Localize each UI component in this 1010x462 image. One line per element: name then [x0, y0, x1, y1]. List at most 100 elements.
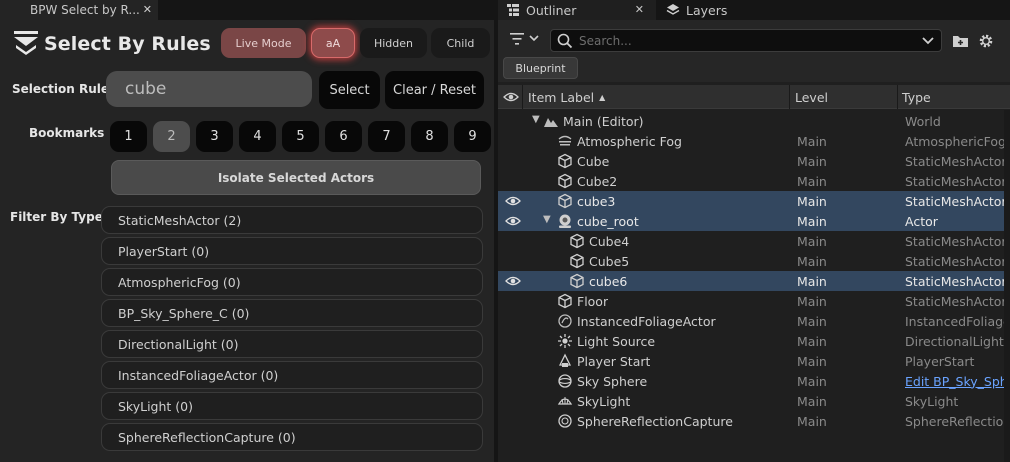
type-filter-staticmeshactor[interactable]: StaticMeshActor (2) [101, 206, 483, 234]
search-icon [557, 33, 573, 49]
bookmark-5-button[interactable]: 5 [282, 121, 319, 152]
rule-input[interactable]: cube [106, 71, 312, 107]
row-type: StaticMeshActor [905, 273, 1005, 289]
row-level: Main [797, 373, 827, 389]
column-level[interactable]: Level [795, 85, 828, 109]
row-level: Main [797, 173, 827, 189]
match-case-button[interactable]: aA [311, 28, 355, 58]
isolate-selected-actors-button[interactable]: Isolate Selected Actors [111, 160, 481, 195]
blueprint-filter-button[interactable]: Blueprint [503, 57, 578, 79]
row-level: Main [797, 353, 827, 369]
column-item-label-text: Item Label [528, 89, 595, 105]
row-type: InstancedFoliage [905, 313, 1005, 329]
table-row[interactable]: SphereReflectionCapture Main SphereReflect… [498, 411, 1010, 431]
row-type: DirectionalLight [905, 333, 1004, 349]
type-filter-directionallight[interactable]: DirectionalLight (0) [101, 330, 483, 358]
bookmark-1-button[interactable]: 1 [110, 121, 147, 152]
filter-by-types-label: Filter By Types [10, 210, 110, 224]
row-type: World [905, 113, 941, 129]
visibility-eye-icon[interactable] [505, 195, 521, 207]
visibility-eye-icon[interactable] [505, 275, 521, 287]
row-type: SkyLight [905, 393, 959, 409]
child-button[interactable]: Child [431, 28, 490, 58]
select-button[interactable]: Select [319, 71, 380, 109]
stack-logo-icon [14, 31, 38, 55]
table-row[interactable]: Player Start Main PlayerStart [498, 351, 1010, 371]
table-row[interactable]: Atmospheric Fog Main AtmosphericFog [498, 131, 1010, 151]
add-folder-icon[interactable] [952, 33, 970, 49]
row-type: StaticMeshActor [905, 293, 1005, 309]
type-filter-atmosphericfog[interactable]: AtmosphericFog (0) [101, 268, 483, 296]
row-label: SphereReflectionCapture [577, 413, 733, 429]
tab-layers[interactable]: Layers [666, 0, 766, 20]
page-title: Select By Rules [44, 33, 211, 55]
close-icon[interactable]: ✕ [635, 3, 644, 16]
tab-title: BPW Select by R... [30, 3, 140, 17]
expand-arrow-icon[interactable]: ▼ [543, 214, 551, 225]
chevron-down-icon[interactable] [922, 36, 934, 46]
outliner-icon [507, 4, 519, 16]
visibility-eye-icon[interactable] [505, 215, 521, 227]
expand-arrow-icon[interactable]: ▼ [532, 114, 540, 125]
hidden-button[interactable]: Hidden [360, 28, 427, 58]
column-item-label[interactable]: Item Label ▲ [528, 85, 605, 109]
filter-dropdown[interactable] [510, 32, 540, 49]
row-label: Cube2 [577, 173, 618, 189]
row-level: Main [797, 273, 827, 289]
type-filter-spherereflectioncapture[interactable]: SphereReflectionCapture (0) [101, 423, 483, 451]
table-row[interactable]: ▼ cube_root Main Actor [498, 211, 1010, 231]
type-filter-bp-sky-sphere[interactable]: BP_Sky_Sphere_C (0) [101, 299, 483, 327]
row-level: Main [797, 313, 827, 329]
column-separator[interactable] [789, 85, 790, 109]
visibility-eye-icon[interactable] [503, 91, 519, 103]
table-row[interactable]: ▼ Main (Editor) World [498, 111, 1010, 131]
type-filter-skylight[interactable]: SkyLight (0) [101, 392, 483, 420]
bookmark-4-button[interactable]: 4 [239, 121, 276, 152]
world-icon [544, 118, 558, 127]
clear-reset-button[interactable]: Clear / Reset [385, 71, 484, 109]
row-level: Main [797, 133, 827, 149]
table-row[interactable]: Cube4 Main StaticMeshActor [498, 231, 1010, 251]
tab-select-by-rules[interactable]: BPW Select by R... ✕ [0, 0, 158, 20]
mesh-icon [558, 293, 572, 309]
foliage-icon [558, 314, 572, 328]
column-separator[interactable] [897, 85, 898, 109]
type-filter-instancedfoliageactor[interactable]: InstancedFoliageActor (0) [101, 361, 483, 389]
bookmark-9-button[interactable]: 9 [454, 121, 491, 152]
gear-icon[interactable] [978, 33, 994, 49]
scrollbar-track[interactable] [1004, 110, 1010, 462]
close-icon[interactable]: ✕ [143, 3, 152, 16]
row-label: cube3 [577, 193, 616, 209]
row-label: SkyLight [577, 393, 631, 409]
table-row[interactable]: InstancedFoliageActor Main InstancedFoliag… [498, 311, 1010, 331]
table-row[interactable]: cube6 Main StaticMeshActor [498, 271, 1010, 291]
bookmark-8-button[interactable]: 8 [411, 121, 448, 152]
table-row[interactable]: Cube Main StaticMeshActor [498, 151, 1010, 171]
table-row[interactable]: Light Source Main DirectionalLight [498, 331, 1010, 351]
search-input[interactable]: Search... [550, 29, 942, 52]
row-level: Main [797, 233, 827, 249]
row-level: Main [797, 213, 827, 229]
table-row[interactable]: Floor Main StaticMeshActor [498, 291, 1010, 311]
table-row[interactable]: Cube5 Main StaticMeshActor [498, 251, 1010, 271]
live-mode-button[interactable]: Live Mode [221, 28, 306, 58]
row-type: StaticMeshActor [905, 173, 1005, 189]
column-type[interactable]: Type [902, 85, 931, 109]
bookmarks-label: Bookmarks [29, 126, 105, 140]
bookmark-2-button[interactable]: 2 [153, 121, 190, 152]
row-label: cube6 [589, 273, 628, 289]
type-filter-playerstart[interactable]: PlayerStart (0) [101, 237, 483, 265]
row-type[interactable]: Edit BP_Sky_Sph [905, 371, 1005, 391]
row-label: Main (Editor) [563, 113, 644, 129]
bookmark-7-button[interactable]: 7 [368, 121, 405, 152]
table-row[interactable]: cube3 Main StaticMeshActor [498, 191, 1010, 211]
table-row[interactable]: Cube2 Main StaticMeshActor [498, 171, 1010, 191]
tab-outliner[interactable]: Outliner ✕ [498, 0, 656, 20]
table-row[interactable]: Sky Sphere Main Edit BP_Sky_Sph [498, 371, 1010, 391]
select-by-rules-panel: BPW Select by R... ✕ Select By Rules Liv… [0, 0, 494, 462]
bookmark-3-button[interactable]: 3 [196, 121, 233, 152]
table-row[interactable]: SkyLight Main SkyLight [498, 391, 1010, 411]
outliner-panel: Outliner ✕ Layers Search... Blueprint It… [498, 0, 1010, 462]
row-label: Light Source [577, 333, 656, 349]
bookmark-6-button[interactable]: 6 [325, 121, 362, 152]
